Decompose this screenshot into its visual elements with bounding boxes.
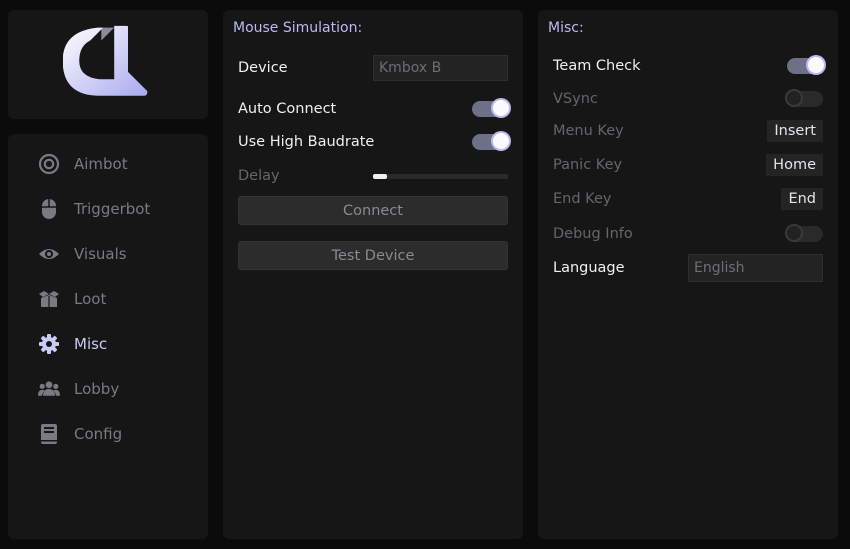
nav-item-label: Aimbot [74,155,128,173]
misc-panel: Misc: Team Check VSync Menu Key Insert P… [538,10,838,539]
language-input[interactable]: English [688,254,823,282]
nav-item-label: Loot [74,290,107,308]
toggle-knob [787,91,801,105]
debug-info-row: Debug Info [553,220,823,248]
language-row: Language English [553,254,823,282]
team-check-row: Team Check [553,52,824,80]
logo-panel [8,10,208,119]
team-check-label: Team Check [553,58,641,74]
high-baudrate-row: Use High Baudrate [238,128,509,156]
end-key-button[interactable]: End [781,188,823,210]
vsync-toggle[interactable] [787,91,823,107]
app-logo [63,25,148,96]
toggle-knob [493,100,509,116]
slider-fill [373,173,387,179]
nav-item-visuals[interactable]: Visuals [38,239,127,269]
end-key-label: End Key [553,191,612,207]
vsync-row: VSync [553,85,823,113]
menu-key-button[interactable]: Insert [767,120,823,142]
vsync-label: VSync [553,91,598,107]
delay-label: Delay [238,168,280,184]
test-device-button[interactable]: Test Device [238,241,508,270]
language-label: Language [553,260,625,276]
device-label: Device [238,60,288,76]
auto-connect-toggle[interactable] [472,100,509,117]
auto-connect-row: Auto Connect [238,95,509,123]
nav-item-misc[interactable]: Misc [38,329,107,359]
nav-item-lobby[interactable]: Lobby [38,374,119,404]
menu-key-row: Menu Key Insert [553,117,823,145]
nav-item-label: Triggerbot [74,200,151,218]
section-title: Misc: [548,20,584,36]
nav-item-loot[interactable]: Loot [38,284,106,314]
panic-key-button[interactable]: Home [766,154,823,176]
panic-key-row: Panic Key Home [553,151,823,179]
toggle-knob [493,133,509,149]
auto-connect-label: Auto Connect [238,101,337,117]
debug-info-label: Debug Info [553,226,633,242]
box-icon [38,288,60,310]
nav-item-config[interactable]: Config [38,419,122,449]
menu-key-label: Menu Key [553,123,624,139]
nav-item-label: Lobby [74,380,120,398]
gear-icon [38,333,60,355]
nav-item-triggerbot[interactable]: Triggerbot [38,194,150,224]
device-row: Device Kmbox B [238,54,508,82]
nav-item-label: Config [74,425,123,443]
high-baudrate-toggle[interactable] [472,133,509,150]
toggle-knob [808,57,824,73]
delay-row: Delay [238,162,508,190]
panic-key-label: Panic Key [553,157,623,173]
nav-item-label: Misc [74,335,108,353]
end-key-row: End Key End [553,185,823,213]
sidebar-nav: Aimbot Triggerbot Visuals Loot Misc Lobb… [8,134,208,539]
book-icon [38,423,60,445]
device-input[interactable]: Kmbox B [373,55,508,81]
mouse-icon [38,198,60,220]
delay-slider[interactable] [373,173,508,179]
nav-item-aimbot[interactable]: Aimbot [38,149,128,179]
section-title: Mouse Simulation: [233,20,363,36]
mouse-simulation-panel: Mouse Simulation: Device Kmbox B Auto Co… [223,10,523,539]
nav-item-label: Visuals [74,245,127,263]
debug-info-toggle[interactable] [787,226,823,242]
users-icon [38,378,60,400]
team-check-toggle[interactable] [787,57,824,74]
connect-button[interactable]: Connect [238,196,508,225]
toggle-knob [787,226,801,240]
target-icon [38,153,60,175]
eye-icon [38,243,60,265]
high-baudrate-label: Use High Baudrate [238,134,375,150]
